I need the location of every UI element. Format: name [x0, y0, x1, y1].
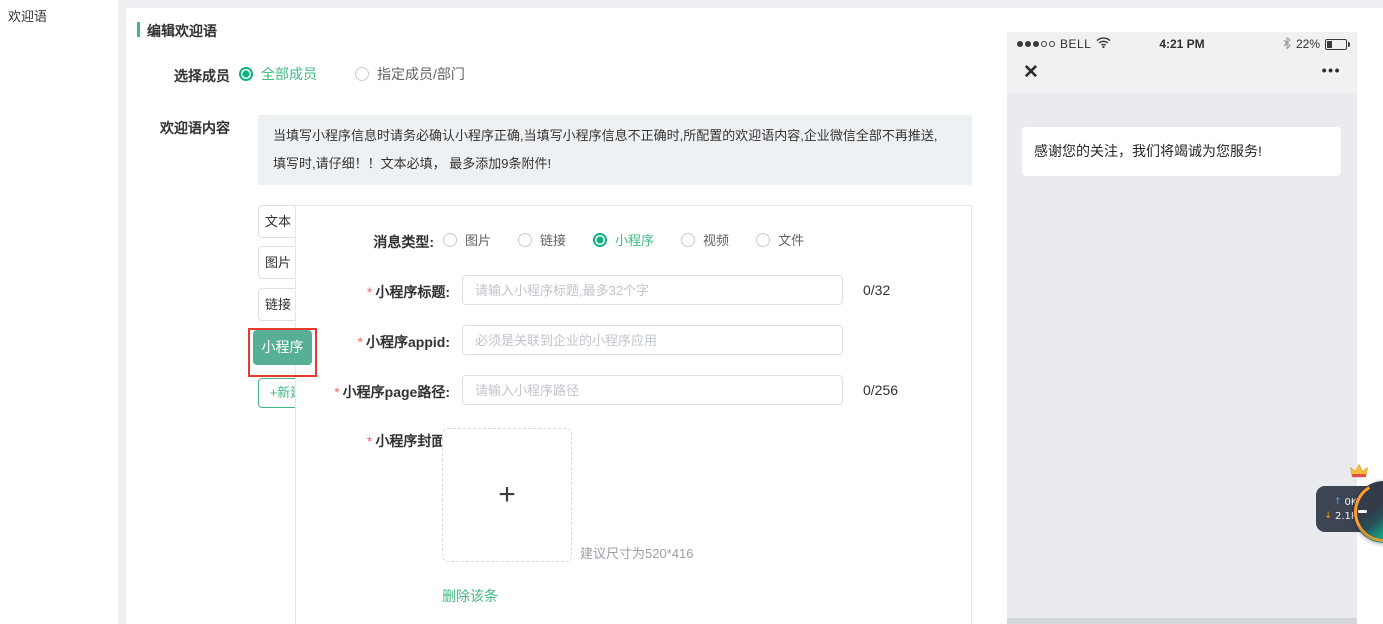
radio-label: 指定成员/部门	[377, 64, 465, 84]
welcome-content-label: 欢迎语内容	[130, 118, 230, 138]
radio-label: 文件	[778, 230, 804, 249]
cover-upload-box[interactable]: +	[442, 428, 572, 562]
miniprogram-path-label: *小程序page路径:	[290, 382, 450, 402]
radio-label: 链接	[540, 230, 566, 249]
miniprogram-path-input[interactable]	[462, 375, 843, 405]
sidebar-item-welcome-message[interactable]: 欢迎语	[8, 6, 47, 25]
delete-attachment-link[interactable]: 删除该条	[442, 586, 498, 606]
field-label-text: 小程序appid:	[366, 334, 450, 350]
section-accent-bar	[137, 22, 140, 37]
notice-line-2: 填写时,请仔细！！文本必填， 最多添加9条附件!	[273, 150, 957, 178]
close-icon: ✕	[1023, 61, 1039, 84]
miniprogram-title-label: *小程序标题:	[290, 282, 450, 302]
down-arrow-icon: ↓	[1324, 511, 1332, 521]
phone-preview: BELL 4:21 PM 22%	[1007, 32, 1357, 624]
radio-checked-icon	[593, 233, 607, 247]
radio-msgtype-image[interactable]: 图片	[443, 230, 491, 249]
more-icon: •••	[1322, 62, 1341, 78]
radio-unchecked-icon	[756, 233, 770, 247]
app-root: 欢迎语 编辑欢迎语 选择成员 全部成员 指定成员/部门 欢迎语内容 当填写小程序…	[0, 0, 1383, 624]
radio-label: 小程序	[615, 230, 654, 249]
required-mark: *	[334, 384, 339, 400]
field-label-text: 小程序标题:	[375, 284, 450, 300]
phone-nav-bar: ✕ •••	[1007, 56, 1357, 93]
miniprogram-appid-input[interactable]	[462, 325, 843, 355]
phone-header-area: BELL 4:21 PM 22%	[1007, 32, 1357, 93]
radio-unchecked-icon	[443, 233, 457, 247]
radio-label: 图片	[465, 230, 491, 249]
status-right-group: 22%	[1283, 37, 1347, 52]
welcome-message-bubble: 感谢您的关注，我们将竭诚为您服务!	[1022, 127, 1341, 176]
required-mark: *	[367, 433, 372, 449]
field-label-text: 小程序page路径:	[343, 384, 450, 400]
battery-percent: 22%	[1296, 37, 1320, 51]
radio-checked-icon	[239, 67, 253, 81]
radio-label: 视频	[703, 230, 729, 249]
radio-all-members[interactable]: 全部成员	[239, 64, 317, 84]
plus-icon: +	[498, 480, 516, 510]
bluetooth-icon	[1283, 37, 1291, 52]
miniprogram-appid-label: *小程序appid:	[290, 332, 450, 352]
tab-image[interactable]: 图片	[258, 246, 298, 279]
title-char-counter: 0/32	[863, 282, 890, 298]
page-title: 编辑欢迎语	[147, 21, 217, 41]
miniprogram-title-input[interactable]	[462, 275, 843, 305]
phone-chat-area: 感谢您的关注，我们将竭诚为您服务!	[1007, 93, 1357, 624]
required-mark: *	[367, 284, 372, 300]
tab-miniprogram[interactable]: 小程序	[253, 330, 312, 365]
cover-size-hint: 建议尺寸为520*416	[580, 543, 693, 562]
phone-bottom-strip	[1007, 618, 1357, 624]
required-mark: *	[358, 334, 363, 350]
miniprogram-cover-label: *小程序封面:	[290, 431, 450, 451]
message-type-radio-group: 图片 链接 小程序 视频 文件	[443, 230, 804, 249]
field-label-text: 小程序封面:	[375, 433, 450, 449]
radio-unchecked-icon	[355, 67, 369, 81]
radio-specific-members[interactable]: 指定成员/部门	[355, 64, 465, 84]
phone-status-bar: BELL 4:21 PM 22%	[1007, 32, 1357, 56]
member-select-label: 选择成员	[130, 66, 230, 86]
vip-crown-icon	[1349, 463, 1369, 484]
radio-unchecked-icon	[518, 233, 532, 247]
path-char-counter: 0/256	[863, 382, 898, 398]
notice-banner: 当填写小程序信息时请务必确认小程序正确,当填写小程序信息不正确时,所配置的欢迎语…	[258, 115, 972, 185]
notice-line-1: 当填写小程序信息时请务必确认小程序正确,当填写小程序信息不正确时,所配置的欢迎语…	[273, 122, 957, 150]
radio-unchecked-icon	[681, 233, 695, 247]
radio-msgtype-link[interactable]: 链接	[518, 230, 566, 249]
radio-msgtype-video[interactable]: 视频	[681, 230, 729, 249]
tab-text[interactable]: 文本	[258, 205, 298, 238]
battery-icon	[1325, 39, 1347, 50]
up-arrow-icon: ↑	[1334, 497, 1342, 507]
message-type-label: 消息类型:	[330, 232, 434, 252]
pause-dash-icon	[1358, 510, 1367, 513]
radio-label: 全部成员	[261, 64, 317, 84]
radio-msgtype-file[interactable]: 文件	[756, 230, 804, 249]
radio-msgtype-miniprogram[interactable]: 小程序	[593, 230, 654, 249]
member-select-radio-group: 全部成员 指定成员/部门	[239, 64, 465, 84]
